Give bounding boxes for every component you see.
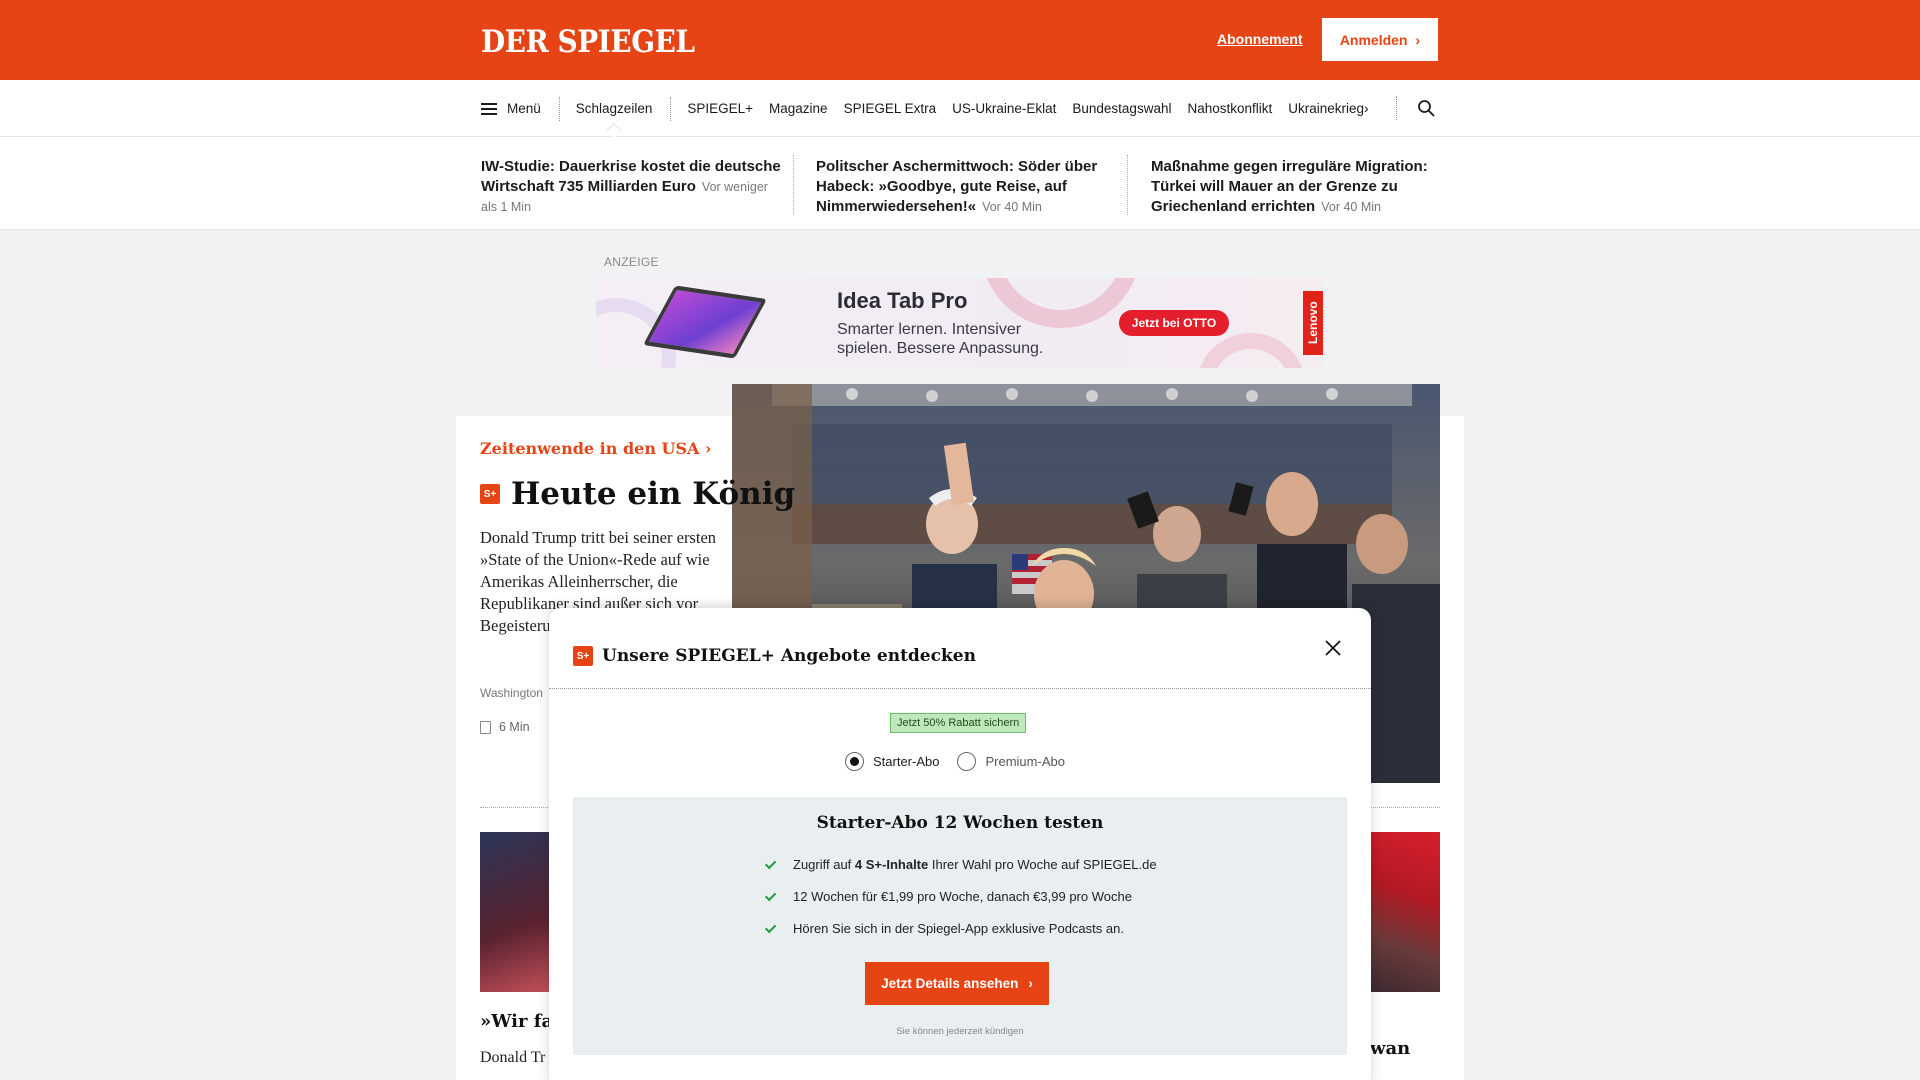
feature-text-part: Ihrer Wahl pro Woche auf SPIEGEL.de	[928, 857, 1157, 872]
article-byline: Washington	[480, 686, 543, 700]
spiegel-plus-icon: S+	[480, 484, 500, 504]
read-time: 6 Min	[480, 720, 530, 734]
feature-text-part: Zugriff auf	[793, 857, 855, 872]
teaser-item[interactable]: Politscher Aschermittwoch: Söder über Ha…	[816, 157, 1116, 217]
ad-banner[interactable]: Idea Tab Pro Smarter lernen. Intensiver …	[596, 278, 1324, 368]
secondary-article-text: Donald Tr	[480, 1049, 546, 1066]
radio-selected-icon	[845, 752, 864, 771]
nav-item-us-ukraine[interactable]: US-Ukraine-Eklat	[952, 101, 1056, 116]
subscription-link[interactable]: Abonnement	[1217, 31, 1303, 47]
teaser-title: Politscher Aschermittwoch: Söder über Ha…	[816, 158, 1098, 215]
modal-divider	[549, 688, 1371, 689]
article-kicker[interactable]: Zeitenwende in den USA ›	[480, 439, 711, 458]
offer-box: Starter-Abo 12 Wochen testen Zugriff auf…	[573, 797, 1347, 1055]
main-nav: Menü Schlagzeilen SPIEGEL+ Magazine SPIE…	[0, 80, 1920, 137]
modal-title: Unsere SPIEGEL+ Angebote entdecken	[602, 646, 976, 666]
feature-text: 12 Wochen für €1,99 pro Woche, danach €3…	[793, 889, 1132, 904]
modal-header: S+ Unsere SPIEGEL+ Angebote entdecken	[573, 646, 976, 666]
login-button[interactable]: Anmelden ›	[1322, 18, 1438, 61]
radio-label: Starter-Abo	[873, 754, 940, 769]
radio-label: Premium-Abo	[985, 754, 1065, 769]
check-icon	[764, 889, 777, 901]
cancel-note: Sie können jederzeit kündigen	[896, 1026, 1024, 1037]
login-label: Anmelden	[1339, 31, 1408, 48]
top-header: DER SPIEGEL Abonnement Anmelden ›	[0, 0, 1920, 80]
feature-text: Hören Sie sich in der Spiegel-App exklus…	[793, 921, 1124, 936]
radio-starter-abo[interactable]: Starter-Abo	[845, 752, 939, 771]
hamburger-icon	[481, 102, 497, 115]
nav-item-bundestagswahl[interactable]: Bundestagswahl	[1072, 101, 1171, 116]
ad-subtitle: Smarter lernen. Intensiver spielen. Bess…	[837, 321, 1044, 357]
teaser-divider	[793, 155, 794, 215]
nav-item-magazine[interactable]: Magazine	[769, 101, 828, 116]
ad-title: Idea Tab Pro	[837, 288, 968, 313]
nav-divider	[1396, 96, 1397, 120]
article-headline[interactable]: S+ Heute ein König	[480, 476, 795, 512]
nav-divider	[670, 96, 672, 121]
nav-item-ukrainekrieg[interactable]: Ukrainekrieg	[1288, 101, 1364, 116]
teaser-item[interactable]: IW-Studie: Dauerkrise kostet die deutsch…	[481, 157, 781, 217]
check-icon	[764, 857, 777, 869]
feature-text: Zugriff auf 4 S+-Inhalte Ihrer Wahl pro …	[793, 857, 1157, 872]
nav-more-chevron-icon[interactable]: ›	[1364, 100, 1369, 116]
offer-title: Starter-Abo 12 Wochen testen	[816, 813, 1104, 833]
spiegel-plus-icon: S+	[573, 646, 593, 666]
check-icon	[764, 921, 777, 933]
details-button[interactable]: Jetzt Details ansehen ›	[865, 962, 1049, 1005]
nav-item-spiegel-extra[interactable]: SPIEGEL Extra	[844, 101, 937, 116]
ad-cta-button[interactable]: Jetzt bei OTTO	[1119, 310, 1229, 336]
close-icon[interactable]	[1321, 636, 1345, 660]
secondary-article-image[interactable]	[1370, 832, 1440, 992]
headline-teasers: IW-Studie: Dauerkrise kostet die deutsch…	[0, 137, 1920, 230]
radio-premium-abo[interactable]: Premium-Abo	[957, 752, 1065, 771]
teaser-time: Vor 40 Min	[1321, 200, 1381, 214]
tablet-image	[643, 285, 767, 359]
menu-button[interactable]: Menü	[481, 101, 541, 116]
discount-badge: Jetzt 50% Rabatt sichern	[890, 713, 1027, 733]
document-icon	[480, 720, 491, 734]
teaser-time: Vor 40 Min	[982, 200, 1042, 214]
ad-decoration	[1196, 333, 1306, 368]
headline-text: Heute ein König	[511, 476, 796, 512]
nav-divider	[558, 96, 560, 121]
nav-item-schlagzeilen[interactable]: Schlagzeilen	[576, 101, 653, 116]
plan-selector: Starter-Abo Premium-Abo	[845, 752, 1065, 771]
chevron-right-icon: ›	[1028, 976, 1033, 991]
read-time-value: 6 Min	[499, 720, 530, 734]
ad-brand-logo: Lenovo	[1303, 291, 1323, 355]
feature-item: Zugriff auf 4 S+-Inhalte Ihrer Wahl pro …	[764, 857, 1157, 872]
feature-item: Hören Sie sich in der Spiegel-App exklus…	[764, 921, 1124, 936]
menu-label: Menü	[507, 101, 541, 116]
secondary-article-title[interactable]: wan	[1370, 1038, 1410, 1059]
chevron-right-icon: ›	[1415, 31, 1421, 48]
secondary-article-image[interactable]	[480, 832, 550, 992]
teaser-title: Maßnahme gegen irreguläre Migration: Tür…	[1151, 158, 1428, 215]
nav-item-spiegel-plus[interactable]: SPIEGEL+	[687, 101, 753, 116]
feature-item: 12 Wochen für €1,99 pro Woche, danach €3…	[764, 889, 1132, 904]
search-icon[interactable]	[1417, 99, 1435, 117]
nav-item-nahostkonflikt[interactable]: Nahostkonflikt	[1187, 101, 1272, 116]
spiegel-logo[interactable]: DER SPIEGEL	[481, 24, 695, 60]
subscription-modal: S+ Unsere SPIEGEL+ Angebote entdecken Je…	[549, 608, 1371, 1080]
cta-label: Jetzt Details ansehen	[881, 976, 1019, 991]
feature-text-bold: 4 S+-Inhalte	[854, 857, 929, 872]
teaser-item[interactable]: Maßnahme gegen irreguläre Migration: Tür…	[1151, 157, 1441, 217]
ad-label: ANZEIGE	[604, 255, 659, 269]
teaser-divider	[1127, 155, 1128, 215]
radio-unselected-icon	[957, 752, 977, 771]
